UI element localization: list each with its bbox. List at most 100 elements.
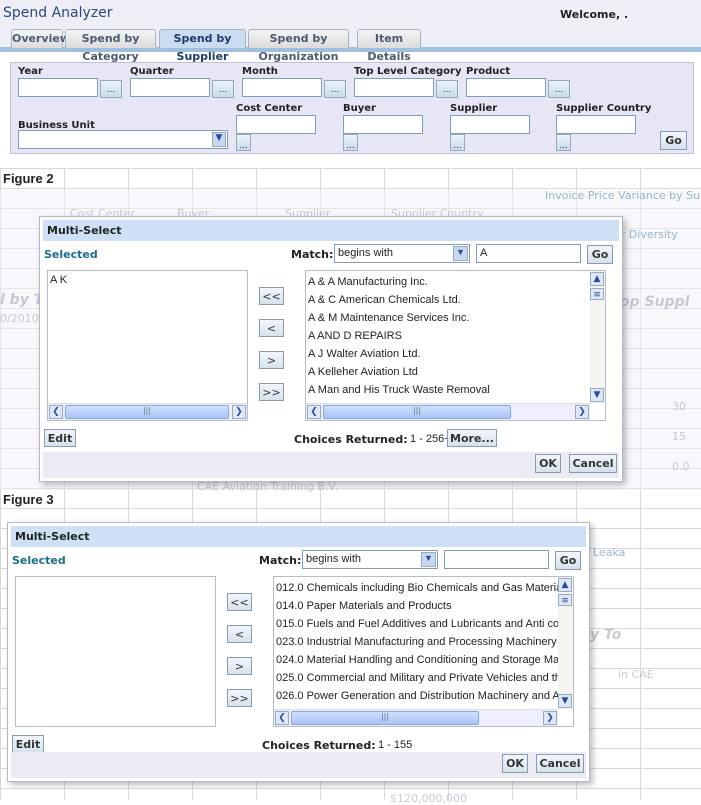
scroll-down-icon[interactable]: ▼ xyxy=(558,694,572,708)
choices-list[interactable]: 012.0 Chemicals including Bio Chemicals … xyxy=(273,576,574,727)
choice-item[interactable]: A Kelleher Aviation Ltd xyxy=(306,363,590,381)
tab-spend-by-supplier[interactable]: Spend by Supplier xyxy=(159,29,246,63)
scroll-right-icon[interactable]: ❯ xyxy=(232,405,246,419)
choice-item[interactable]: A & A Manufacturing Inc. xyxy=(306,273,590,291)
move-all-right-button[interactable]: >> xyxy=(227,689,252,707)
match-select[interactable]: begins with ▼ xyxy=(334,244,470,263)
choice-item[interactable]: 012.0 Chemicals including Bio Chemicals … xyxy=(274,579,558,597)
figure3-label: Figure 3 xyxy=(3,492,54,507)
more-button[interactable]: More... xyxy=(447,429,497,447)
year-lookup-button[interactable]: ... xyxy=(100,80,122,98)
product-input[interactable] xyxy=(466,78,546,97)
move-all-left-button[interactable]: << xyxy=(259,287,284,305)
choice-item[interactable]: 023.0 Industrial Manufacturing and Proce… xyxy=(274,633,558,651)
scrollbar-thumb[interactable]: ≡ xyxy=(590,288,604,300)
top-level-category-input[interactable] xyxy=(354,78,434,97)
horizontal-scrollbar[interactable]: ❮ ||| ❯ xyxy=(48,403,247,420)
go-button[interactable]: Go xyxy=(587,245,613,264)
ok-button[interactable]: OK xyxy=(535,454,561,473)
quarter-input[interactable] xyxy=(130,78,210,97)
search-input[interactable] xyxy=(444,550,549,569)
background-text: in CAE xyxy=(618,668,654,681)
welcome-text: Welcome, . xyxy=(560,8,629,21)
search-input[interactable]: A xyxy=(476,244,581,263)
move-right-button[interactable]: > xyxy=(259,351,284,369)
scroll-down-icon[interactable]: ▼ xyxy=(590,388,604,402)
choice-item[interactable]: A AND D REPAIRS xyxy=(306,327,590,345)
supplier-input[interactable] xyxy=(450,115,530,134)
move-left-button[interactable]: < xyxy=(227,625,252,643)
background-text: y To xyxy=(590,627,622,643)
scrollbar-thumb[interactable]: ≡ xyxy=(558,594,572,606)
background-text: 0.0 xyxy=(672,460,690,473)
product-lookup-button[interactable]: ... xyxy=(548,80,570,98)
chevron-down-icon: ▼ xyxy=(421,552,436,567)
choices-list[interactable]: A & A Manufacturing Inc. A & C American C… xyxy=(305,270,606,421)
tab-spend-by-organization[interactable]: Spend by Organization xyxy=(248,29,349,63)
scroll-right-icon[interactable]: ❯ xyxy=(575,405,589,419)
supplier-country-input[interactable] xyxy=(556,115,636,134)
buyer-input[interactable] xyxy=(343,115,423,134)
chevron-down-icon: ▼ xyxy=(212,132,226,147)
scroll-left-icon[interactable]: ❮ xyxy=(307,405,321,419)
choice-item[interactable]: 026.0 Power Generation and Distribution … xyxy=(274,687,558,705)
dialog-footer: OK Cancel xyxy=(43,452,619,478)
choices-returned-label: Choices Returned: xyxy=(262,739,376,752)
ok-button[interactable]: OK xyxy=(502,754,528,773)
scroll-left-icon[interactable]: ❮ xyxy=(275,711,289,725)
background-text: 30 xyxy=(672,400,686,413)
vertical-scrollbar[interactable]: ▲ ≡ ▼ xyxy=(590,271,605,403)
edit-button[interactable]: Edit xyxy=(12,735,44,753)
month-lookup-button[interactable]: ... xyxy=(324,80,346,98)
move-left-button[interactable]: < xyxy=(259,319,284,337)
scrollbar-thumb[interactable]: ||| xyxy=(65,405,229,419)
move-right-button[interactable]: > xyxy=(227,657,252,675)
choice-item[interactable]: 024.0 Material Handling and Conditioning… xyxy=(274,651,558,669)
selected-list[interactable]: A K ❮ ||| ❯ xyxy=(47,270,248,421)
buyer-lookup-button[interactable]: ... xyxy=(343,134,358,151)
scroll-left-icon[interactable]: ❮ xyxy=(49,405,63,419)
quarter-lookup-button[interactable]: ... xyxy=(212,80,234,98)
month-input[interactable] xyxy=(242,78,322,97)
choice-item[interactable]: A & M Maintenance Services Inc. xyxy=(306,309,590,327)
cancel-button[interactable]: Cancel xyxy=(569,454,617,473)
dialog-title: Multi-Select xyxy=(11,526,586,547)
tab-spend-by-category[interactable]: Spend by Category xyxy=(65,29,156,63)
background-text: op Suppl xyxy=(620,294,690,310)
choices-items: A & A Manufacturing Inc. A & C American C… xyxy=(306,271,590,417)
selected-list[interactable] xyxy=(15,576,216,727)
choice-item[interactable]: A Man and His Truck Waste Removal xyxy=(306,381,590,399)
business-unit-select[interactable]: ▼ xyxy=(18,130,228,149)
top-level-category-lookup-button[interactable]: ... xyxy=(436,80,458,98)
cost-center-lookup-button[interactable]: ... xyxy=(236,134,251,151)
choice-item[interactable]: 014.0 Paper Materials and Products xyxy=(274,597,558,615)
scrollbar-thumb[interactable]: ||| xyxy=(323,405,511,419)
tab-item-details[interactable]: Item Details xyxy=(357,29,421,63)
go-button[interactable]: Go xyxy=(555,551,581,570)
supplier-country-lookup-button[interactable]: ... xyxy=(556,134,571,151)
go-button[interactable]: Go xyxy=(660,131,687,150)
horizontal-scrollbar[interactable]: ❮ ||| ❯ xyxy=(306,403,590,420)
horizontal-scrollbar[interactable]: ❮ ||| ❯ xyxy=(274,709,558,726)
vertical-scrollbar[interactable]: ▲ ≡ ▼ xyxy=(558,577,573,709)
cost-center-input[interactable] xyxy=(236,115,316,134)
match-label: Match: xyxy=(291,248,334,261)
choice-item[interactable]: A & C American Chemicals Ltd. xyxy=(306,291,590,309)
scroll-up-icon[interactable]: ▲ xyxy=(558,578,572,592)
choice-item[interactable]: 025.0 Commercial and Military and Privat… xyxy=(274,669,558,687)
scrollbar-thumb[interactable]: ||| xyxy=(291,711,479,725)
cost-center-label: Cost Center xyxy=(236,103,303,114)
match-select[interactable]: begins with ▼ xyxy=(302,550,438,569)
year-input[interactable] xyxy=(18,78,98,97)
supplier-lookup-button[interactable]: ... xyxy=(450,134,465,151)
move-all-right-button[interactable]: >> xyxy=(259,383,284,401)
tab-overview[interactable]: Overview xyxy=(11,29,70,48)
selected-item[interactable]: A K xyxy=(48,271,247,289)
edit-button[interactable]: Edit xyxy=(44,429,76,447)
scroll-up-icon[interactable]: ▲ xyxy=(590,272,604,286)
choice-item[interactable]: 015.0 Fuels and Fuel Additives and Lubri… xyxy=(274,615,558,633)
move-all-left-button[interactable]: << xyxy=(227,593,252,611)
scroll-right-icon[interactable]: ❯ xyxy=(543,711,557,725)
cancel-button[interactable]: Cancel xyxy=(536,754,584,773)
choice-item[interactable]: A J Walter Aviation Ltd. xyxy=(306,345,590,363)
